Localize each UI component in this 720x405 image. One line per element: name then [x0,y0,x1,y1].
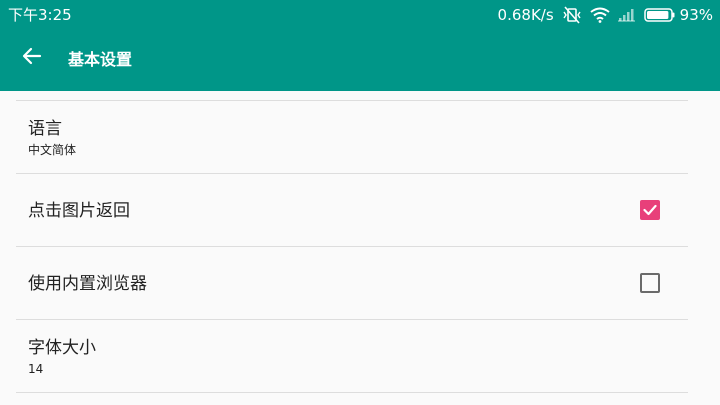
setting-title: 使用内置浏览器 [28,274,147,294]
status-icons: 0.68K/s 93% [498,5,713,25]
back-button[interactable] [18,42,46,70]
battery-percent: 93% [679,6,713,24]
checkmark-icon [643,204,657,216]
setting-subtitle: 中文简体 [28,143,77,157]
status-time: 下午3:25 [8,6,72,24]
battery-icon [643,8,676,22]
builtin-browser-checkbox[interactable] [640,273,660,293]
tap-image-back-checkbox[interactable] [640,200,660,220]
setting-builtin-browser[interactable]: 使用内置浏览器 [0,247,720,319]
status-bar: 下午3:25 0.68K/s 93% [0,0,720,30]
setting-title: 字体大小 [28,338,96,358]
page-title: 基本设置 [68,50,133,69]
divider [16,392,688,393]
network-speed: 0.68K/s [497,6,554,24]
vibrate-off-icon [562,6,582,24]
setting-font-size[interactable]: 字体大小 14 [0,320,720,392]
wifi-icon [590,7,610,23]
signal-icon [617,8,636,22]
app-header: 下午3:25 0.68K/s 93% 基本设置 [0,0,720,91]
setting-title: 语言 [28,119,62,139]
setting-title: 点击图片返回 [28,201,130,221]
setting-tap-image-back[interactable]: 点击图片返回 [0,174,720,246]
setting-language[interactable]: 语言 中文简体 [0,101,720,173]
arrow-left-icon [22,47,42,65]
setting-subtitle: 14 [28,362,44,376]
toolbar: 基本设置 [0,30,720,91]
